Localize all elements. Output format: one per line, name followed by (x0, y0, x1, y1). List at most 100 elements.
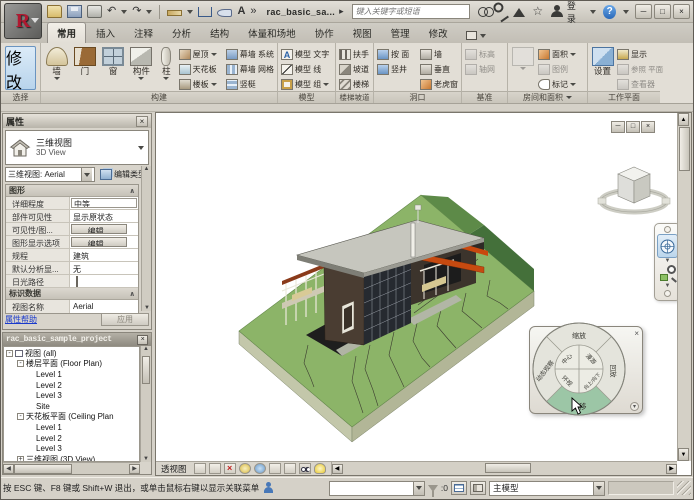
edit-visibility-button[interactable]: 编辑... (71, 224, 127, 234)
wheel-close-icon[interactable]: × (634, 329, 639, 338)
wheel-rewind-label[interactable]: 回放 (609, 365, 618, 379)
reveal-hidden-elements-icon[interactable] (314, 463, 326, 474)
sun-path-checkbox[interactable] (76, 276, 78, 287)
section-collapse-icon[interactable]: ∧ (129, 290, 135, 298)
floor-button[interactable]: 楼板 (178, 77, 224, 91)
scroll-down-icon[interactable]: ▼ (144, 305, 150, 311)
measure-dropdown-icon[interactable] (187, 10, 193, 14)
property-row[interactable]: 默认分析显...无 (6, 262, 138, 275)
scroll-thumb[interactable] (142, 356, 150, 384)
wheel-zoom-label[interactable]: 缩放 (572, 331, 586, 340)
scroll-up-icon[interactable]: ▲ (144, 166, 150, 172)
model-line-button[interactable]: 模型 线 (280, 62, 330, 76)
scroll-thumb[interactable] (485, 463, 531, 473)
browser-hscrollbar[interactable]: ◀ ▶ (3, 462, 140, 474)
tree-node[interactable]: Level 3 (6, 443, 139, 454)
browser-vscrollbar[interactable]: ▲ ▼ (140, 346, 151, 462)
roof-button[interactable]: 屋顶 (178, 47, 224, 61)
qat-overflow-icon[interactable]: » (250, 5, 256, 18)
scroll-right-icon[interactable]: ▶ (666, 464, 677, 474)
navbar-end-icon[interactable] (664, 290, 671, 297)
component-button[interactable]: 构件 (128, 45, 155, 80)
aligned-dimension-icon[interactable] (198, 7, 212, 17)
sun-path-icon[interactable] (224, 463, 236, 474)
view-minimize-button[interactable]: ─ (611, 121, 625, 133)
tree-toggle[interactable]: - (17, 360, 24, 367)
help-icon[interactable]: ? (603, 5, 616, 19)
model-text-button[interactable]: A模型 文字 (280, 47, 330, 61)
view-close-button[interactable]: × (641, 121, 655, 133)
design-options-combo[interactable] (329, 481, 425, 496)
scroll-up-icon[interactable]: ▲ (143, 346, 149, 352)
tree-node[interactable]: -天花板平面 (Ceiling Plan (6, 412, 139, 423)
wheel-dropdown-icon[interactable]: ▼ (665, 259, 671, 264)
scroll-up-icon[interactable]: ▲ (678, 113, 689, 126)
wall-button[interactable]: 墙 (43, 45, 70, 80)
tree-node[interactable]: -视图 (all) (6, 348, 139, 359)
property-row[interactable]: 图形显示选项编辑... (6, 236, 138, 249)
property-row[interactable]: 日光路径 (6, 275, 138, 288)
drawing-area[interactable]: ▼ ▼ × ▾ 缩放 动态观察 回放 平移 中心 (155, 112, 692, 476)
property-row[interactable]: 部件可见性显示原状态 (6, 210, 138, 223)
redo-icon[interactable]: ↷ (132, 5, 141, 18)
show-crop-region-icon[interactable] (284, 463, 296, 474)
tab-insert[interactable]: 插入 (87, 23, 124, 43)
properties-help-link[interactable]: 属性帮助 (5, 314, 37, 325)
print-icon[interactable] (87, 5, 102, 18)
tag-icon[interactable] (217, 9, 232, 17)
search-icon[interactable] (478, 5, 491, 18)
scroll-down-icon[interactable]: ▼ (678, 448, 689, 461)
vertical-opening-button[interactable]: 垂直 (419, 62, 459, 76)
tree-toggle[interactable]: - (6, 350, 13, 357)
tab-home[interactable]: 常用 (47, 22, 86, 43)
railing-button[interactable]: 扶手 (338, 47, 370, 61)
column-button[interactable]: 柱 (156, 45, 177, 80)
undo-dropdown-icon[interactable] (121, 10, 127, 14)
measure-icon[interactable] (167, 10, 182, 16)
subscription-icon[interactable] (494, 6, 509, 22)
rendering-dialog-icon[interactable] (254, 463, 266, 474)
tab-analyze[interactable]: 分析 (163, 23, 200, 43)
tree-node[interactable]: Level 3 (6, 390, 139, 401)
favorites-icon[interactable]: ☆ (532, 5, 543, 18)
window-button[interactable]: 窗 (100, 45, 127, 76)
save-icon[interactable] (67, 5, 82, 18)
show-workplane-button[interactable]: 显示 (616, 47, 658, 61)
project-browser-header[interactable]: rac_basic_sample_project × (3, 333, 151, 346)
shadows-icon[interactable] (239, 463, 251, 474)
minimize-button[interactable]: ─ (635, 4, 652, 19)
zoom-dropdown-icon[interactable]: ▼ (665, 284, 671, 289)
canvas-hscrollbar[interactable] (343, 462, 666, 475)
tree-node[interactable]: Level 1 (6, 369, 139, 380)
tab-collaborate[interactable]: 协作 (306, 23, 343, 43)
tab-annotate[interactable]: 注释 (125, 23, 162, 43)
ceiling-button[interactable]: 天花板 (178, 62, 224, 76)
model-group-button[interactable]: 模型 组 (280, 77, 330, 91)
zoom-region-button[interactable] (659, 265, 677, 283)
worksets-combo[interactable]: 主模型 (489, 481, 605, 496)
wall-opening-button[interactable]: 墙 (419, 47, 459, 61)
signin-icon[interactable] (550, 5, 563, 18)
browser-close-icon[interactable]: × (137, 335, 148, 345)
tree-node[interactable]: Level 2 (6, 380, 139, 391)
temporary-hide-isolate-icon[interactable] (299, 463, 311, 474)
tab-structure[interactable]: 结构 (201, 23, 238, 43)
visual-style-icon[interactable] (209, 463, 221, 474)
viewcube[interactable] (596, 159, 672, 217)
selection-filter-icon[interactable] (428, 485, 438, 492)
view-restore-button[interactable]: □ (626, 121, 640, 133)
room-tag-button[interactable]: 标记 (537, 77, 583, 91)
section-identity[interactable]: 标识数据∧ (6, 288, 138, 300)
redo-dropdown-icon[interactable] (146, 10, 152, 14)
set-workplane-button[interactable]: 设置 (590, 45, 615, 76)
tree-node[interactable]: Level 2 (6, 433, 139, 444)
canvas-vscrollbar[interactable]: ▲ ▼ (677, 113, 691, 461)
ribbon-display-toggle[interactable] (466, 31, 486, 40)
scroll-thumb[interactable] (14, 464, 72, 474)
properties-header[interactable]: 属性 × (3, 114, 151, 128)
ramp-button[interactable]: 坡道 (338, 62, 370, 76)
properties-scrollbar[interactable]: ▲ ▼ (141, 166, 151, 311)
shaft-button[interactable]: 竖井 (376, 62, 418, 76)
resize-grip[interactable] (677, 481, 691, 495)
signin-label[interactable]: 登录 (567, 0, 583, 25)
